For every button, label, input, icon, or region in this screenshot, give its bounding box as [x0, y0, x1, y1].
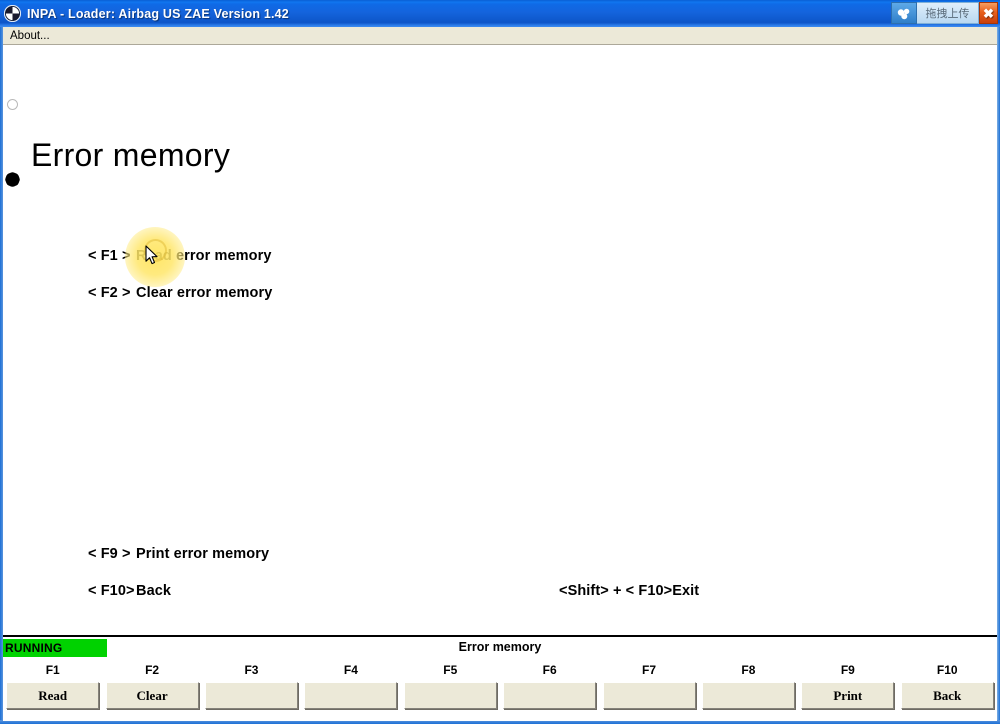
menu-option-f9-key: < F9 >	[88, 546, 131, 562]
function-key-button-f1[interactable]: Read	[6, 682, 100, 709]
window-titlebar: INPA - Loader: Airbag US ZAE Version 1.4…	[0, 0, 1000, 27]
function-key-button-f3[interactable]	[204, 682, 298, 709]
function-key-label-f8: F8	[741, 663, 756, 677]
upload-widget-label[interactable]: 拖拽上传	[917, 2, 979, 24]
bmw-roundel-icon	[4, 5, 21, 22]
function-key-label-f5: F5	[443, 663, 458, 677]
function-key-cell-f8: F8	[699, 663, 798, 709]
menu-option-exit-label: Exit	[672, 583, 700, 599]
status-title: Error memory	[458, 640, 542, 654]
menu-item-about[interactable]: About...	[2, 28, 57, 44]
function-key-cell-f9: F9 Print	[798, 663, 897, 709]
function-key-label-f2: F2	[145, 663, 160, 677]
function-key-label-f6: F6	[542, 663, 557, 677]
menu-option-exit[interactable]: <Shift> + < F10>Exit	[559, 583, 699, 599]
cloud-upload-icon[interactable]	[891, 2, 917, 24]
page-title: Error memory	[31, 137, 231, 174]
function-key-cell-f10: F10 Back	[898, 663, 997, 709]
menu-option-f10[interactable]: < F10>Back	[88, 583, 171, 599]
menubar: About...	[2, 27, 998, 45]
function-key-cell-f1: F1 Read	[3, 663, 102, 709]
function-key-cell-f5: F5	[401, 663, 500, 709]
function-key-button-f10[interactable]: Back	[900, 682, 994, 709]
cloud-upload-widget[interactable]: 拖拽上传 ✖	[891, 2, 998, 24]
menu-option-f10-label: Back	[136, 583, 172, 599]
function-key-button-f4[interactable]	[304, 682, 398, 709]
menu-option-f1[interactable]: < F1 > Read error memory	[88, 248, 271, 264]
menu-option-f2-key: < F2 >	[88, 285, 131, 301]
function-key-label-f4: F4	[343, 663, 358, 677]
function-key-label-f10: F10	[936, 663, 958, 677]
menu-option-f1-label: Read error memory	[136, 248, 272, 264]
close-icon[interactable]: ✖	[979, 2, 998, 24]
function-key-cell-f6: F6	[500, 663, 599, 709]
function-key-label-f7: F7	[642, 663, 657, 677]
function-key-row: F1 Read F2 Clear F3 F4 F5 F6 F7 F8 F9 Pr…	[3, 663, 997, 709]
function-key-cell-f4: F4	[301, 663, 400, 709]
function-key-button-f6[interactable]	[503, 682, 597, 709]
menu-option-f9[interactable]: < F9 > Print error memory	[88, 546, 269, 562]
function-key-cell-f3: F3	[202, 663, 301, 709]
filled-dot-marker-icon	[3, 170, 22, 189]
function-key-label-f3: F3	[244, 663, 259, 677]
menu-option-f9-label: Print error memory	[136, 546, 270, 562]
function-key-button-f5[interactable]	[403, 682, 497, 709]
menu-option-f10-key: < F10>	[88, 583, 135, 599]
function-key-button-f2[interactable]: Clear	[105, 682, 199, 709]
function-key-label-f9: F9	[840, 663, 855, 677]
menu-option-f2-label: Clear error memory	[136, 285, 273, 301]
main-content-area: Error memory < F1 > Read error memory < F…	[3, 46, 997, 635]
status-function-key-bar: RUNNING Error memory F1 Read F2 Clear F3…	[3, 635, 997, 721]
function-key-button-f8[interactable]	[701, 682, 795, 709]
window-title: INPA - Loader: Airbag US ZAE Version 1.4…	[27, 6, 289, 21]
menu-option-f1-key: < F1 >	[88, 248, 131, 264]
function-key-button-f9[interactable]: Print	[801, 682, 895, 709]
function-key-cell-f2: F2 Clear	[102, 663, 201, 709]
function-key-button-f7[interactable]	[602, 682, 696, 709]
hollow-circle-marker-icon	[7, 99, 18, 110]
function-key-label-f1: F1	[45, 663, 60, 677]
function-key-cell-f7: F7	[599, 663, 698, 709]
inpa-application-window: INPA - Loader: Airbag US ZAE Version 1.4…	[0, 0, 1000, 724]
menu-option-exit-key: <Shift> + < F10>	[559, 583, 673, 599]
menu-option-f2[interactable]: < F2 > Clear error memory	[88, 285, 272, 301]
